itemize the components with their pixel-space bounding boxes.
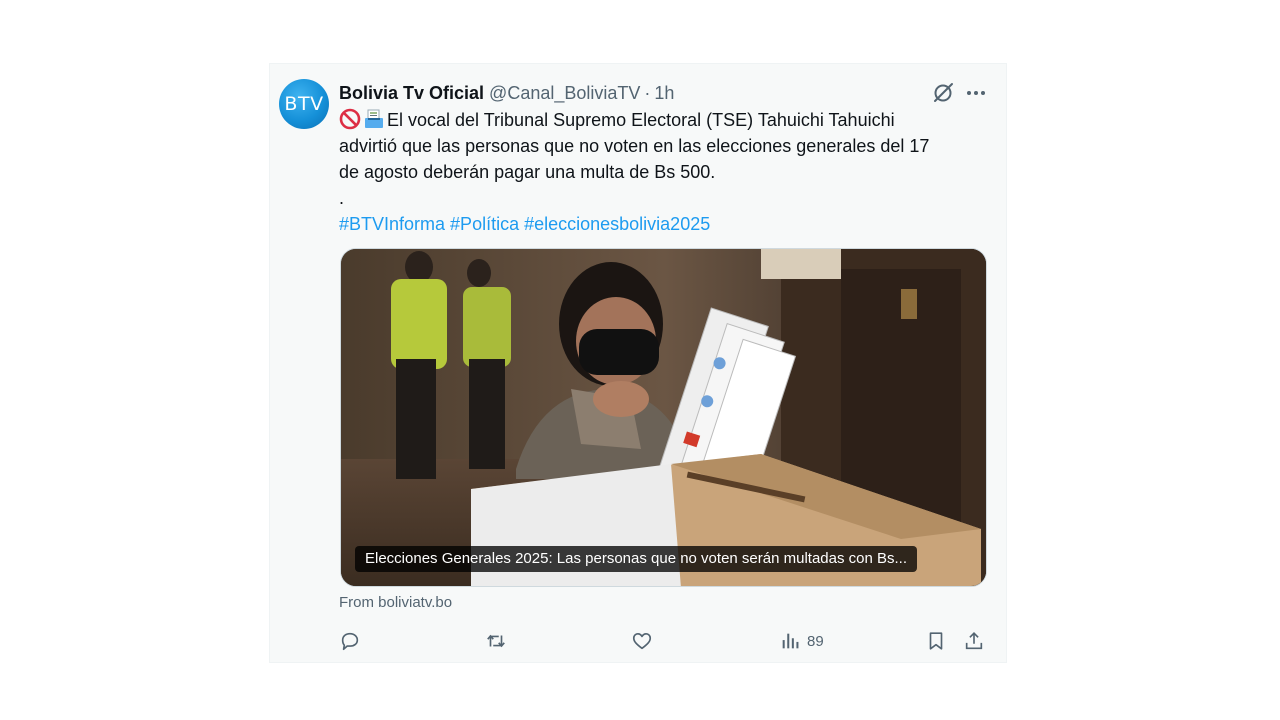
bookmark-icon (929, 632, 943, 650)
views-icon (782, 633, 799, 649)
bookmark-button[interactable] (925, 628, 947, 654)
grok-icon[interactable] (931, 81, 955, 105)
heart-icon (632, 633, 652, 650)
tweet-text-line: de agosto deberán pagar una multa de Bs … (339, 162, 716, 182)
author-handle[interactable]: @Canal_BoliviaTV (489, 83, 640, 104)
tweet-header: Bolivia Tv Oficial @Canal_BoliviaTV · 1h (339, 81, 674, 105)
hashtag-eleccionesbolivia2025[interactable]: #eleccionesbolivia2025 (524, 214, 710, 234)
repost-button[interactable] (485, 628, 507, 654)
tweet-text: El vocal del Tribunal Supremo Electoral … (339, 107, 979, 237)
tweet-actions: 89 (339, 628, 987, 654)
repost-icon (487, 634, 505, 648)
ballot-box-emoji-icon (365, 109, 383, 128)
link-card-caption[interactable]: Elecciones Generales 2025: Las personas … (355, 546, 917, 572)
voting-photo (341, 249, 986, 586)
hashtags: #BTVInforma #Política #eleccionesbolivia20… (339, 211, 979, 237)
reply-icon (341, 632, 359, 651)
tweet-text-line: El vocal del Tribunal Supremo Electoral … (339, 107, 979, 133)
separator-dot: · (644, 82, 651, 103)
share-button[interactable] (963, 628, 985, 654)
views-button[interactable]: 89 (779, 628, 824, 654)
link-card-image[interactable]: Elecciones Generales 2025: Las personas … (340, 248, 987, 587)
tweet-timestamp[interactable]: 1h (654, 83, 674, 104)
like-button[interactable] (631, 628, 653, 654)
link-source[interactable]: From boliviatv.bo (339, 594, 452, 611)
author-name[interactable]: Bolivia Tv Oficial (339, 83, 484, 104)
avatar[interactable]: BTV (279, 79, 329, 129)
tweet-text-line: . (339, 188, 345, 208)
tweet-card[interactable]: BTV Bolivia Tv Oficial @Canal_BoliviaTV … (269, 63, 1007, 663)
share-icon (965, 632, 983, 650)
more-options-icon[interactable] (964, 81, 988, 105)
hashtag-btvinforma[interactable]: #BTVInforma (339, 214, 445, 234)
views-count: 89 (807, 632, 824, 650)
reply-button[interactable] (339, 628, 361, 654)
hashtag-politica[interactable]: #Política (450, 214, 519, 234)
tweet-text-line: advirtió que las personas que no voten e… (339, 136, 930, 156)
prohibited-emoji-icon (339, 108, 361, 130)
